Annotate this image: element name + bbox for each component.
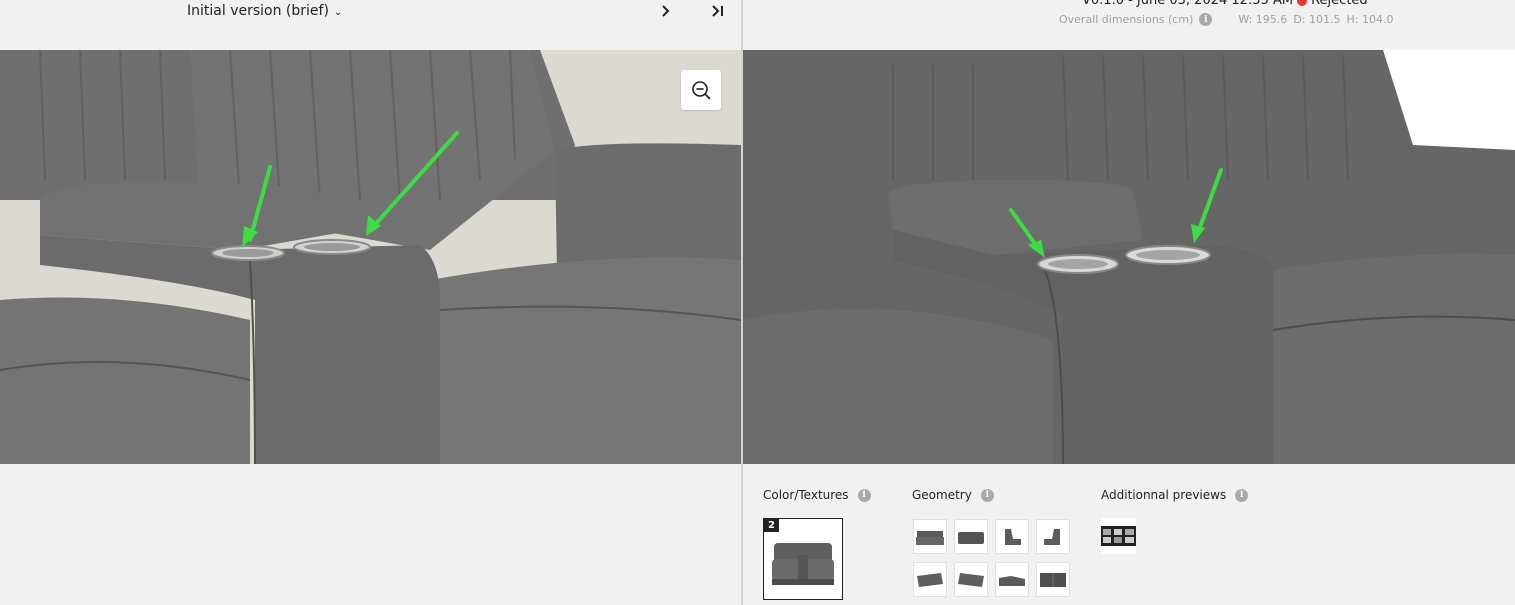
geometry-thumb-side-left[interactable] — [995, 519, 1029, 554]
geometry-thumb-front[interactable] — [913, 519, 947, 554]
zoom-out-icon — [692, 81, 711, 100]
status-text: Rejected — [1311, 0, 1368, 8]
sofa-back-thumbnail — [958, 531, 984, 544]
info-icon[interactable]: i — [857, 488, 871, 502]
geometry-thumb-top[interactable] — [1036, 562, 1070, 597]
status-dot — [1297, 0, 1308, 6]
sofa-reclined-thumbnail — [999, 575, 1025, 586]
dim-depth: D: 101.5 — [1293, 13, 1341, 26]
geometry-thumb-reclined[interactable] — [995, 562, 1029, 597]
version-dropdown-label: Initial version (brief) — [187, 3, 329, 19]
sofa-thumbnail — [772, 543, 834, 585]
preview-collage-thumbnail — [1101, 526, 1136, 546]
color-textures-heading: Color/Textures i — [763, 488, 871, 502]
brief-image — [0, 50, 741, 464]
sofa-side-thumbnail — [1005, 528, 1021, 545]
swatch-count-badge: 2 — [764, 519, 779, 532]
chevron-down-icon: ⌄ — [333, 6, 343, 18]
info-icon[interactable]: i — [980, 488, 994, 502]
chevron-right-icon — [662, 5, 670, 17]
info-icon[interactable]: i — [1235, 488, 1249, 502]
version-text: V0.1.0 - June 03, 2024 12:55 AM — [1082, 0, 1294, 8]
geometry-thumb-angle-right[interactable] — [954, 562, 988, 597]
additional-previews-label: Additionnal previews — [1101, 488, 1227, 502]
dims-label: Overall dimensions (cm) — [1059, 13, 1194, 26]
next-button[interactable] — [656, 0, 674, 22]
version-status-line: V0.1.0 - June 03, 2024 12:55 AM Rejected — [1082, 0, 1368, 8]
info-icon[interactable]: i — [1199, 13, 1213, 26]
geometry-thumb-back[interactable] — [954, 519, 988, 554]
sofa-front-thumbnail — [916, 530, 944, 545]
version-dropdown[interactable]: Initial version (brief) ⌄ — [187, 0, 342, 22]
geometry-label: Geometry — [912, 488, 972, 502]
geometry-thumb-angle-left[interactable] — [913, 562, 947, 597]
sofa-angle-thumbnail — [917, 572, 943, 587]
dim-height: H: 104.0 — [1346, 13, 1394, 26]
render-image — [743, 50, 1515, 464]
geometry-heading: Geometry i — [912, 488, 994, 502]
last-button[interactable] — [708, 0, 726, 22]
geometry-thumb-side-right[interactable] — [1036, 519, 1070, 554]
sofa-angle-thumbnail — [958, 572, 984, 587]
color-textures-label: Color/Textures — [763, 488, 849, 502]
skip-to-end-icon — [712, 5, 723, 17]
overall-dimensions: Overall dimensions (cm) i W: 195.6 D: 10… — [1059, 13, 1393, 26]
color-texture-swatch[interactable]: 2 — [763, 518, 843, 600]
sofa-side-thumbnail — [1044, 528, 1060, 545]
dim-width: W: 195.6 — [1238, 13, 1288, 26]
additional-previews-heading: Additionnal previews i — [1101, 488, 1249, 502]
additional-preview-thumb[interactable] — [1101, 518, 1136, 554]
sofa-top-thumbnail — [1040, 572, 1066, 587]
zoom-button[interactable] — [681, 70, 721, 110]
